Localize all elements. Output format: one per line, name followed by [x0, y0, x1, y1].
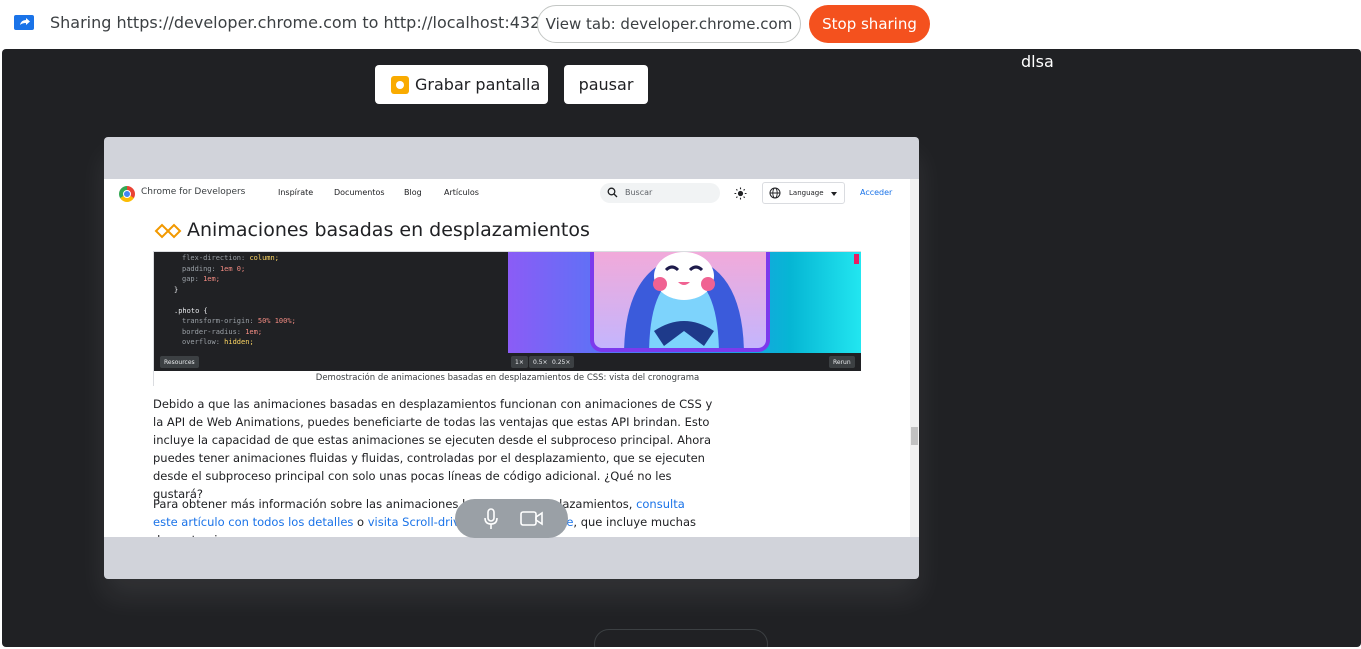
record-icon	[391, 75, 409, 94]
code-value: 50% 100%;	[257, 317, 296, 325]
code-line: border-radius: 1em;	[154, 327, 508, 338]
code-editor: flex-direction: column; padding: 1em 0; ga…	[154, 252, 508, 353]
language-select[interactable]: Language	[762, 182, 845, 204]
code-value: hidden;	[224, 338, 254, 346]
code-property: transform-origin:	[182, 317, 258, 325]
nav-item-inspirate[interactable]: Inspírate	[278, 188, 313, 197]
code-property: gap:	[182, 275, 204, 283]
search-placeholder: Buscar	[625, 188, 653, 197]
demo-controls: Resources 1× 0.5× 0.25× Rerun	[154, 353, 861, 371]
article-paragraph-2: Para obtener más información sobre las a…	[153, 495, 713, 537]
chevron-down-icon	[831, 192, 837, 196]
nav-item-articulos[interactable]: Artículos	[444, 188, 479, 197]
signin-link[interactable]: Acceder	[860, 188, 892, 197]
language-label: Language	[789, 189, 824, 197]
nav-item-blog[interactable]: Blog	[404, 188, 422, 197]
code-value: 1em 0;	[219, 264, 246, 273]
code-line: padding: 1em 0;	[154, 264, 508, 275]
code-value: 1em;	[245, 327, 263, 336]
article-title: Animaciones basadas en desplazamientos	[187, 219, 590, 241]
code-line: .photo {	[174, 306, 208, 315]
code-line: gap: 1em;	[154, 274, 508, 285]
site-search-input[interactable]: Buscar	[600, 183, 720, 203]
search-icon	[607, 187, 618, 198]
code-property: flex-direction:	[182, 254, 250, 262]
record-screen-label: Grabar pantalla	[415, 75, 541, 94]
demo-illustration	[590, 252, 770, 352]
code-property: border-radius:	[182, 327, 246, 336]
nav-item-documentos[interactable]: Documentos	[334, 188, 385, 197]
code-line: overflow: hidden;	[154, 337, 508, 348]
demo-scroll-indicator	[854, 254, 859, 264]
screen-share-icon	[14, 15, 34, 30]
site-name: Chrome for Developers	[141, 187, 246, 197]
captured-page: Chrome for Developers Inspírate Document…	[104, 179, 919, 537]
code-value: column;	[249, 254, 279, 262]
code-line: }	[174, 285, 179, 294]
page-scrollbar[interactable]	[910, 179, 919, 537]
recorder-app: dlsa Grabar pantalla pausar Chrome for D…	[2, 49, 1361, 647]
demo-preview	[508, 252, 861, 353]
paragraph-text: o	[353, 515, 368, 529]
speed-025x-button[interactable]: 0.25×	[548, 356, 575, 368]
article-paragraph: Debido a que las animaciones basadas en …	[153, 397, 713, 501]
rerun-button[interactable]: Rerun	[829, 356, 855, 368]
globe-icon	[769, 187, 781, 199]
theme-toggle-icon[interactable]	[734, 187, 747, 200]
scroll-animation-icon	[154, 223, 182, 239]
user-label: dlsa	[1021, 52, 1054, 71]
code-property: overflow:	[182, 338, 225, 346]
chrome-logo-icon	[119, 186, 135, 202]
sharing-status-text: Sharing https://developer.chrome.com to …	[50, 13, 551, 32]
bottom-toolbar	[594, 629, 768, 647]
code-value: 1em;	[203, 275, 220, 283]
stop-sharing-button[interactable]: Stop sharing	[809, 5, 930, 43]
speed-1x-button[interactable]: 1×	[511, 356, 528, 368]
media-controls	[455, 499, 568, 538]
resources-button[interactable]: Resources	[160, 356, 199, 368]
code-line: transform-origin: 50% 100%;	[154, 316, 508, 327]
site-header: Chrome for Developers Inspírate Document…	[104, 179, 910, 209]
code-property: padding:	[182, 264, 220, 273]
view-tab-button[interactable]: View tab: developer.chrome.com	[537, 5, 801, 43]
scrollbar-thumb[interactable]	[911, 427, 918, 445]
microphone-icon[interactable]	[483, 508, 499, 530]
record-screen-button[interactable]: Grabar pantalla	[375, 65, 548, 104]
figure-caption: Demostración de animaciones basadas en d…	[154, 371, 861, 386]
demo-embed: flex-direction: column; padding: 1em 0; ga…	[153, 251, 861, 386]
video-camera-icon[interactable]	[520, 510, 544, 527]
code-line: flex-direction: column;	[154, 253, 508, 264]
tab-sharing-bar: Sharing https://developer.chrome.com to …	[0, 0, 1361, 48]
pause-button[interactable]: pausar	[564, 65, 648, 104]
